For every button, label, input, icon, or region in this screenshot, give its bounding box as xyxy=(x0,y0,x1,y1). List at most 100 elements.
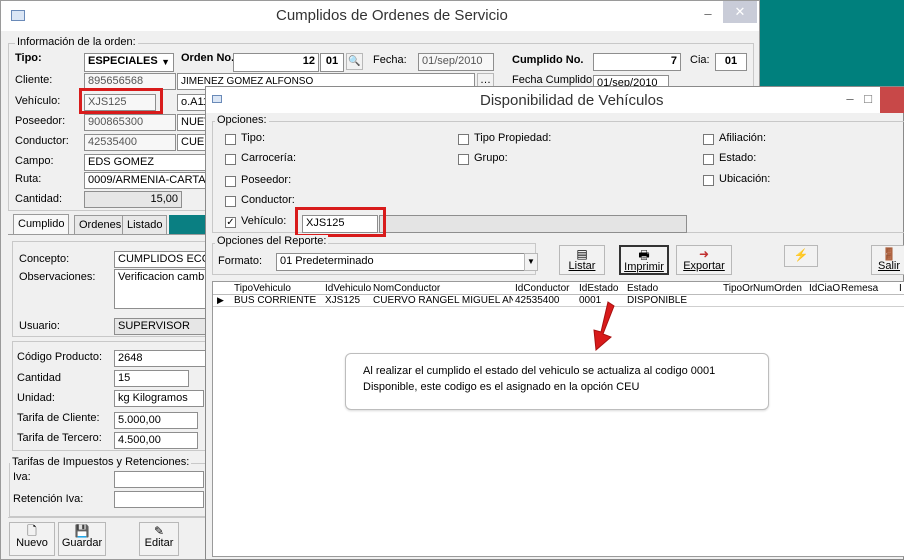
col-tipovehiculo[interactable]: TipoVehiculo xyxy=(234,283,291,294)
carroceria-checkbox[interactable] xyxy=(225,154,236,165)
tipo-select[interactable]: ESPECIALES ▼ xyxy=(84,53,174,72)
col-tipoorden[interactable]: TipoOr xyxy=(723,283,753,294)
vehiculo-label: Vehículo: xyxy=(15,95,61,107)
col-estado[interactable]: Estado xyxy=(627,283,658,294)
cantidad-field[interactable]: 15,00 xyxy=(84,191,182,208)
ubicacion-checkbox[interactable] xyxy=(703,175,714,186)
col-idestado[interactable]: IdEstado xyxy=(579,283,618,294)
exit-door-icon: 🚪 xyxy=(881,247,897,261)
tarifa-cliente-label: Tarifa de Cliente: xyxy=(17,412,100,424)
cantidad2-field[interactable]: 15 xyxy=(114,370,189,387)
poseedor-label: Poseedor: xyxy=(15,115,66,127)
col-remesa[interactable]: Remesa xyxy=(841,283,878,294)
orden-suffix-value: 01 xyxy=(325,55,339,67)
afiliacion-checkbox[interactable] xyxy=(703,134,714,145)
listar-button[interactable]: ▤ Listar xyxy=(559,245,605,275)
opt-tipo-propiedad-label: Tipo Propiedad: xyxy=(474,132,552,144)
fecha-label: Fecha: xyxy=(373,54,407,66)
campo-value: EDS GOMEZ xyxy=(88,156,155,168)
dialog-maximize-icon[interactable]: □ xyxy=(858,88,878,110)
opt-poseedor-label: Poseedor: xyxy=(241,174,292,186)
tab-bar-line xyxy=(8,234,208,235)
tab-listado[interactable]: Listado xyxy=(122,215,168,235)
opciones-group-title: Opciones: xyxy=(215,114,269,126)
close-icon[interactable]: ✕ xyxy=(723,1,757,23)
table-row[interactable]: ▶ BUS CORRIENTE XJS125 CUERVO RANGEL MIG… xyxy=(213,295,904,307)
cia-field[interactable]: 01 xyxy=(715,53,747,71)
vehiculo-filter-highlight xyxy=(295,207,386,237)
unidad-field[interactable]: kg Kilogramos xyxy=(114,390,204,407)
observaciones-field[interactable]: Verificacion cambio xyxy=(114,269,209,309)
formato-select[interactable]: 01 Predeterminado xyxy=(276,253,538,271)
cumplido-no-field[interactable]: 7 xyxy=(593,53,681,71)
conductor-field[interactable]: 42535400 xyxy=(84,134,176,151)
iva-label: Iva: xyxy=(13,471,31,483)
cumplido-label: Cumplido No. xyxy=(512,54,584,66)
dialog-minimize-icon[interactable]: – xyxy=(840,88,860,110)
filter-button[interactable]: ⚡ xyxy=(784,245,818,267)
tarifa-cliente-field[interactable]: 5.000,00 xyxy=(114,412,198,429)
dialog-app-icon xyxy=(212,95,222,103)
fecha-field[interactable]: 01/sep/2010 xyxy=(418,53,494,71)
order-info-title: Información de la orden: xyxy=(15,36,138,48)
imprimir-button[interactable]: 🖶 Imprimir xyxy=(619,245,669,275)
exportar-button[interactable]: ➜ Exportar xyxy=(676,245,732,275)
app-icon xyxy=(11,10,25,21)
tipo-checkbox[interactable] xyxy=(225,134,236,145)
usuario-field[interactable]: SUPERVISOR xyxy=(114,318,209,335)
cantidad2-value: 15 xyxy=(118,372,131,384)
new-document-icon: 🗋 xyxy=(27,524,37,538)
formato-chevron-down-icon: ▼ xyxy=(527,257,535,266)
salir-button[interactable]: 🚪 Salir xyxy=(871,245,904,275)
cia-value: 01 xyxy=(724,55,738,67)
callout-line-2: Disponible, este codigo es el asignado e… xyxy=(363,381,640,393)
usuario-label: Usuario: xyxy=(19,320,60,332)
opt-ubicacion-label: Ubicación: xyxy=(719,173,771,185)
col-numorden[interactable]: NumOrden xyxy=(753,283,802,294)
ruta-field[interactable]: 0009/ARMENIA-CARTAGO xyxy=(84,172,209,189)
editar-button[interactable]: ✎ Editar xyxy=(139,522,179,556)
col-i[interactable]: I xyxy=(899,283,902,294)
col-idconductor[interactable]: IdConductor xyxy=(515,283,569,294)
estado-checkbox[interactable] xyxy=(703,154,714,165)
tipo-value: ESPECIALES xyxy=(88,55,158,67)
formato-dropdown-button[interactable]: ▼ xyxy=(524,253,538,271)
orden-suffix-field[interactable]: 01 xyxy=(320,53,344,72)
unidad-value: kg Kilogramos xyxy=(118,392,188,404)
codigo-producto-label: Código Producto: xyxy=(17,351,102,363)
retencion-iva-field[interactable] xyxy=(114,491,204,508)
main-titlebar: Cumplidos de Ordenes de Servicio – □ ✕ xyxy=(1,1,759,31)
codigo-producto-field[interactable]: 2648 xyxy=(114,350,209,367)
grupo-checkbox[interactable] xyxy=(458,154,469,165)
main-window-title: Cumplidos de Ordenes de Servicio xyxy=(276,7,508,24)
results-grid[interactable]: TipoVehiculo IdVehiculo NomConductor IdC… xyxy=(212,281,904,557)
tarifa-tercero-value: 4.500,00 xyxy=(118,434,161,446)
impuestos-group-title: Tarifas de Impuestos y Retenciones: xyxy=(10,456,192,468)
concepto-label: Concepto: xyxy=(19,253,70,265)
campo-label: Campo: xyxy=(15,155,54,167)
search-order-button[interactable]: 🔍 xyxy=(346,53,363,70)
tab-ordenes-label: Ordenes xyxy=(79,219,122,231)
campo-field[interactable]: EDS GOMEZ xyxy=(84,154,209,171)
observaciones-label: Observaciones: xyxy=(19,271,96,283)
iva-field[interactable] xyxy=(114,471,204,488)
opt-tipo-label: Tipo: xyxy=(241,132,266,144)
tab-cumplido[interactable]: Cumplido xyxy=(13,214,70,234)
col-nomconductor[interactable]: NomConductor xyxy=(373,283,440,294)
orden-no-field[interactable]: 12 xyxy=(233,53,319,72)
concepto-field[interactable]: CUMPLIDOS ECOP xyxy=(114,251,209,268)
ruta-label: Ruta: xyxy=(15,173,42,185)
dialog-close-icon[interactable] xyxy=(880,87,904,113)
tarifa-tercero-field[interactable]: 4.500,00 xyxy=(114,432,198,449)
tipo-propiedad-checkbox[interactable] xyxy=(458,134,469,145)
guardar-button[interactable]: 💾 Guardar xyxy=(58,522,106,556)
printer-icon: 🖶 xyxy=(638,248,650,262)
col-idvehiculo[interactable]: IdVehiculo xyxy=(325,283,371,294)
vehiculo-checkbox[interactable]: ✓ xyxy=(225,217,236,228)
conductor-checkbox[interactable] xyxy=(225,196,236,207)
nuevo-button[interactable]: 🗋 Nuevo xyxy=(9,522,55,556)
poseedor-field[interactable]: 900865300 xyxy=(84,114,176,131)
col-idcia[interactable]: IdCiaO xyxy=(809,283,841,294)
poseedor-checkbox[interactable] xyxy=(225,176,236,187)
tab-ordenes[interactable]: Ordenes xyxy=(74,215,127,235)
